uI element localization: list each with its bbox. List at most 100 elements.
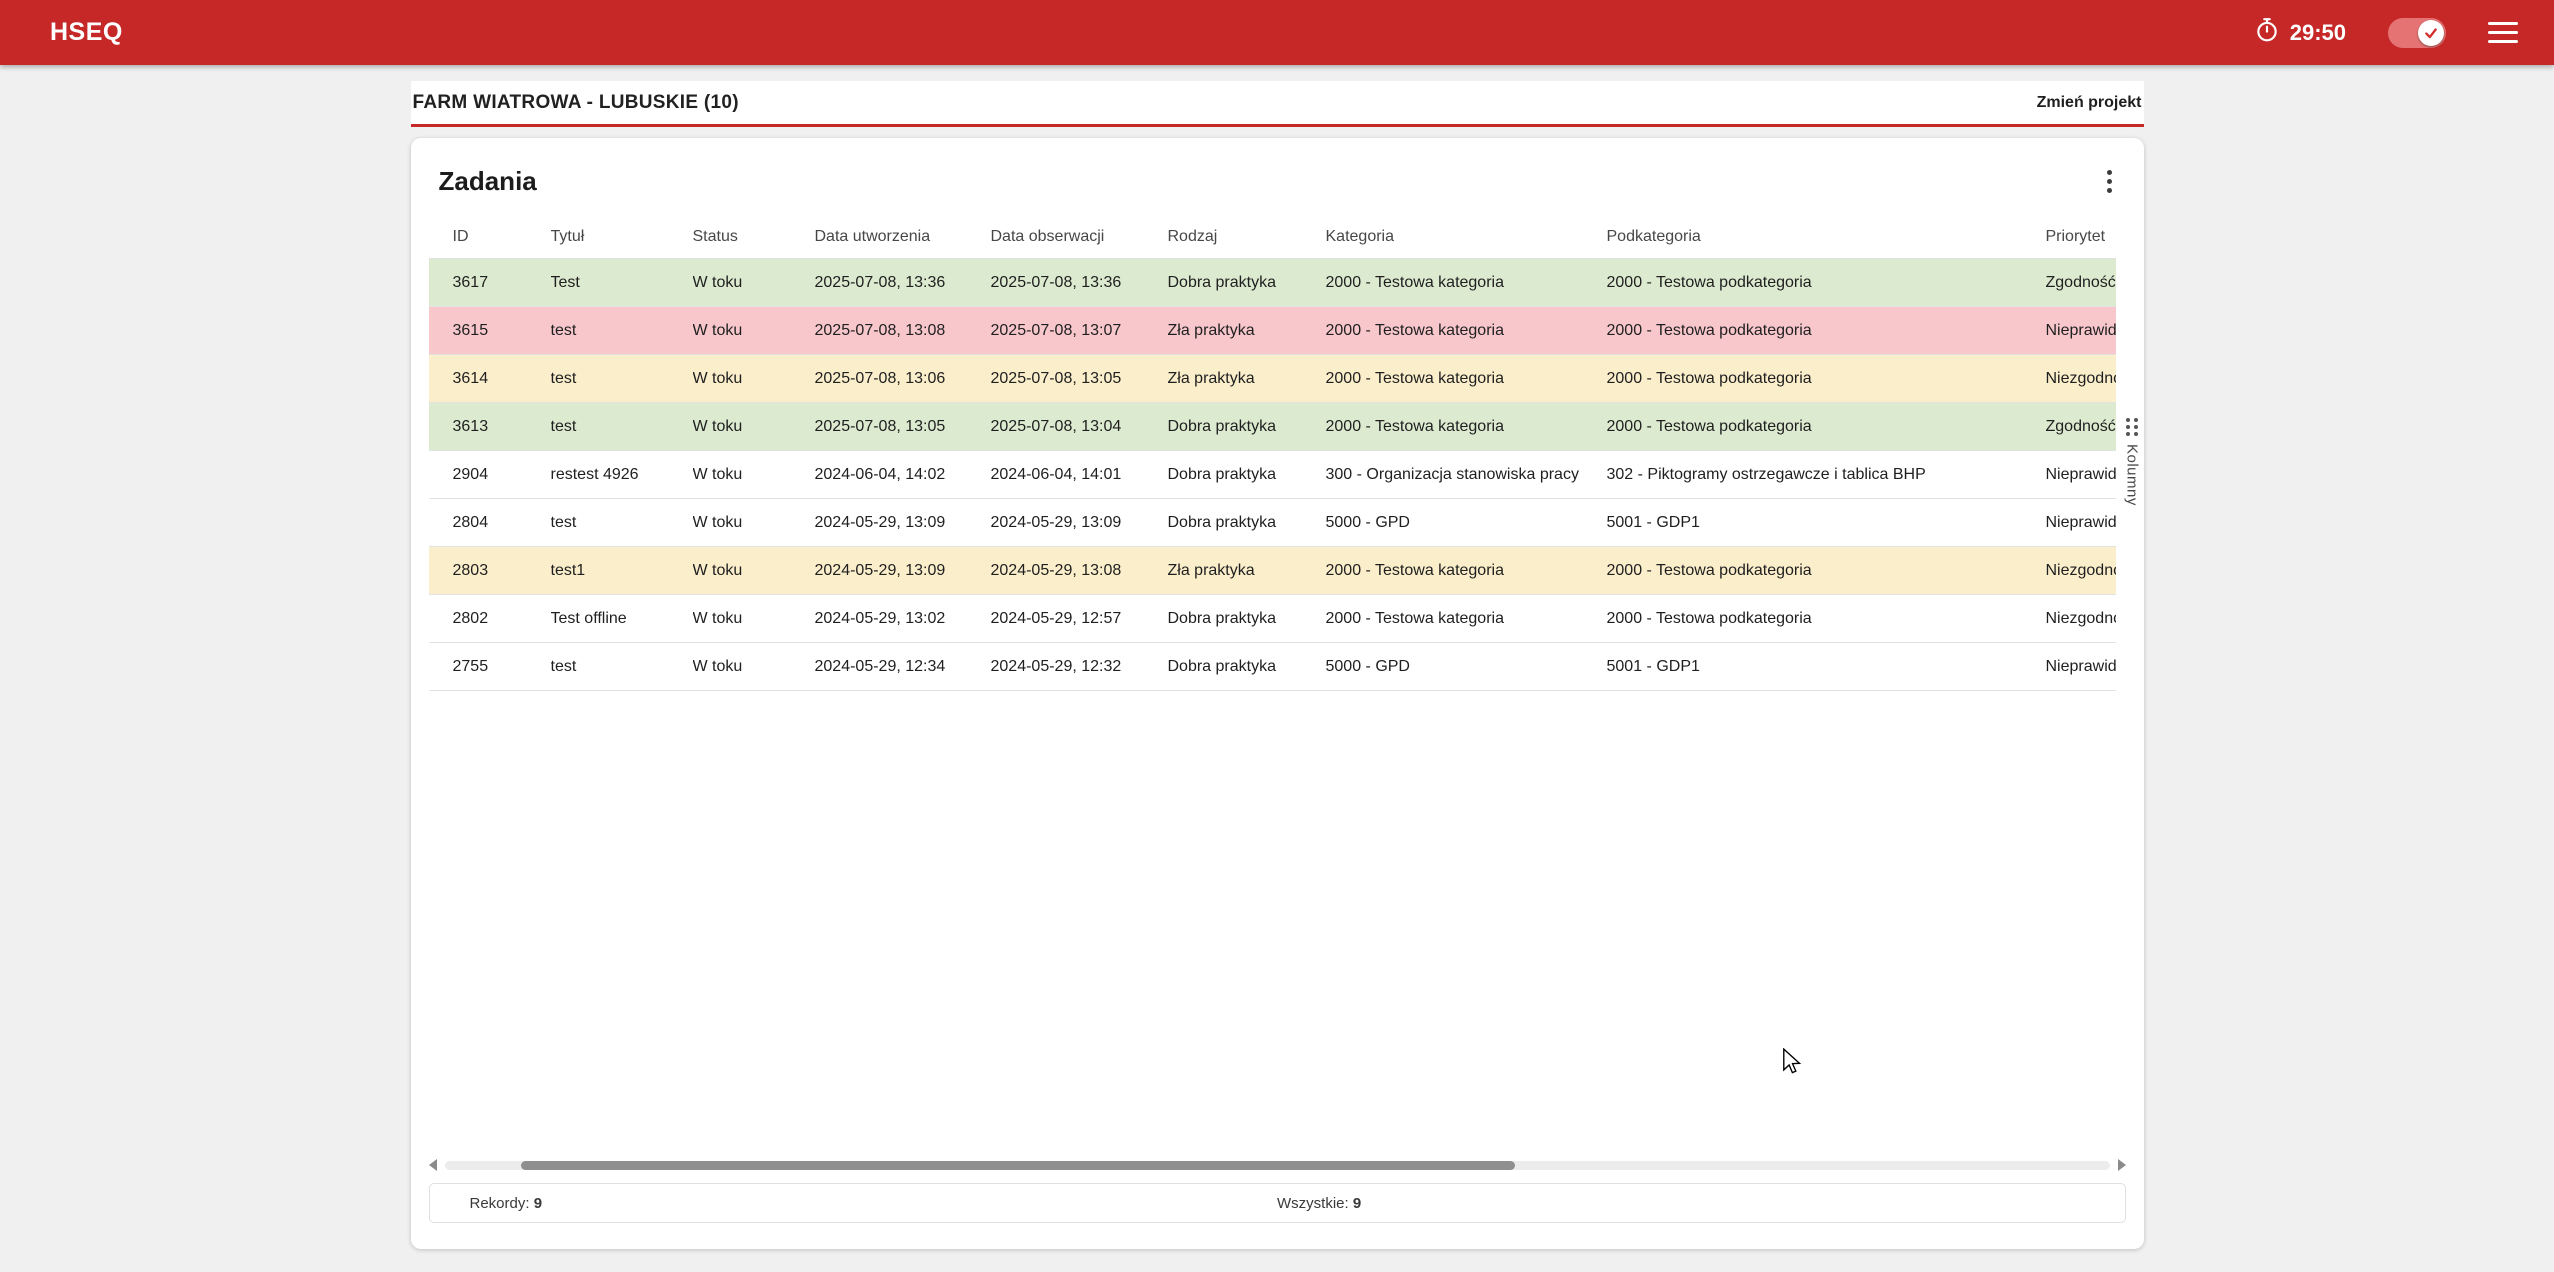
drag-handle-icon — [2126, 418, 2139, 436]
cell-tytul: Test — [551, 274, 693, 292]
cell-obserwacji: 2025-07-08, 13:04 — [991, 418, 1168, 436]
session-timer: 29:50 — [2254, 17, 2346, 49]
cell-id: 2803 — [453, 562, 551, 580]
column-header[interactable]: Rodzaj — [1168, 228, 1326, 246]
table-header-row: IDTytułStatusData utworzeniaData obserwa… — [429, 215, 2116, 259]
table-row[interactable]: 2803test1W toku2024-05-29, 13:092024-05-… — [429, 547, 2116, 595]
cell-podkategoria: 2000 - Testowa podkategoria — [1607, 610, 2046, 628]
cell-status: W toku — [693, 466, 815, 484]
cell-tytul: test — [551, 418, 693, 436]
tasks-card: Zadania IDTytułStatusData utworzeniaData… — [411, 138, 2144, 1249]
all-value: 9 — [1353, 1195, 1361, 1212]
cell-priorytet: Niezgodność — [2046, 562, 2116, 580]
table-row[interactable]: 3614testW toku2025-07-08, 13:062025-07-0… — [429, 355, 2116, 403]
table-row[interactable]: 2755testW toku2024-05-29, 12:342024-05-2… — [429, 643, 2116, 691]
records-value: 9 — [534, 1195, 542, 1212]
all-label: Wszystkie: — [1277, 1195, 1349, 1212]
cell-podkategoria: 2000 - Testowa podkategoria — [1607, 370, 2046, 388]
more-vertical-icon[interactable] — [2101, 164, 2118, 199]
column-header[interactable]: Status — [693, 228, 815, 246]
cell-podkategoria: 2000 - Testowa podkategoria — [1607, 562, 2046, 580]
cell-obserwacji: 2024-05-29, 12:57 — [991, 610, 1168, 628]
cell-id: 2904 — [453, 466, 551, 484]
timer-value: 29:50 — [2290, 20, 2346, 46]
records-label: Rekordy: — [470, 1195, 530, 1212]
mode-toggle[interactable] — [2388, 18, 2446, 48]
cell-tytul: test — [551, 514, 693, 532]
cell-utworzenia: 2024-05-29, 13:02 — [815, 610, 991, 628]
cell-priorytet: Nieprawidłowość — [2046, 322, 2116, 340]
cell-id: 2755 — [453, 658, 551, 676]
cell-obserwacji: 2025-07-08, 13:05 — [991, 370, 1168, 388]
cell-rodzaj: Dobra praktyka — [1168, 514, 1326, 532]
cell-rodzaj: Dobra praktyka — [1168, 274, 1326, 292]
cell-kategoria: 2000 - Testowa kategoria — [1326, 322, 1607, 340]
cell-podkategoria: 2000 - Testowa podkategoria — [1607, 418, 2046, 436]
column-header[interactable]: ID — [453, 228, 551, 246]
cell-status: W toku — [693, 370, 815, 388]
cell-podkategoria: 5001 - GDP1 — [1607, 514, 2046, 532]
cell-priorytet: Niezgodność — [2046, 610, 2116, 628]
project-title: FARM WIATROWA - LUBUSKIE (10) — [413, 92, 739, 114]
cell-rodzaj: Zła praktyka — [1168, 562, 1326, 580]
cell-status: W toku — [693, 418, 815, 436]
column-header[interactable]: Data utworzenia — [815, 228, 991, 246]
columns-button[interactable]: Kolumny — [2124, 418, 2141, 506]
cell-status: W toku — [693, 658, 815, 676]
column-header[interactable]: Kategoria — [1326, 228, 1607, 246]
cell-priorytet: Nieprawidłowość — [2046, 658, 2116, 676]
column-header[interactable]: Priorytet — [2046, 228, 2116, 246]
cell-utworzenia: 2025-07-08, 13:36 — [815, 274, 991, 292]
cell-obserwacji: 2024-05-29, 12:32 — [991, 658, 1168, 676]
all-count: Wszystkie: 9 — [1277, 1195, 1361, 1212]
cell-obserwacji: 2024-05-29, 13:08 — [991, 562, 1168, 580]
stopwatch-icon — [2254, 17, 2280, 49]
cell-tytul: test1 — [551, 562, 693, 580]
cell-id: 2802 — [453, 610, 551, 628]
scroll-left-arrow-icon[interactable] — [429, 1159, 437, 1171]
cell-status: W toku — [693, 610, 815, 628]
column-header[interactable]: Data obserwacji — [991, 228, 1168, 246]
table-row[interactable]: 2804testW toku2024-05-29, 13:092024-05-2… — [429, 499, 2116, 547]
cell-utworzenia: 2024-05-29, 13:09 — [815, 514, 991, 532]
cell-rodzaj: Zła praktyka — [1168, 322, 1326, 340]
column-header[interactable]: Podkategoria — [1607, 228, 2046, 246]
scrollbar-thumb[interactable] — [521, 1161, 1515, 1170]
cell-tytul: restest 4926 — [551, 466, 693, 484]
cell-podkategoria: 2000 - Testowa podkategoria — [1607, 322, 2046, 340]
cell-kategoria: 2000 - Testowa kategoria — [1326, 562, 1607, 580]
page-container: FARM WIATROWA - LUBUSKIE (10) Zmień proj… — [411, 81, 2144, 1249]
cell-id: 3615 — [453, 322, 551, 340]
columns-label: Kolumny — [2124, 444, 2141, 506]
table-row[interactable]: 3613testW toku2025-07-08, 13:052025-07-0… — [429, 403, 2116, 451]
cell-utworzenia: 2025-07-08, 13:05 — [815, 418, 991, 436]
cell-status: W toku — [693, 562, 815, 580]
scroll-right-arrow-icon[interactable] — [2118, 1159, 2126, 1171]
cell-podkategoria: 302 - Piktogramy ostrzegawcze i tablica … — [1607, 466, 2046, 484]
table-row[interactable]: 3615testW toku2025-07-08, 13:082025-07-0… — [429, 307, 2116, 355]
table-row[interactable]: 3617TestW toku2025-07-08, 13:362025-07-0… — [429, 259, 2116, 307]
cell-id: 3613 — [453, 418, 551, 436]
app-bar: HSEQ 29:50 — [0, 0, 2554, 65]
cell-obserwacji: 2025-07-08, 13:36 — [991, 274, 1168, 292]
project-bar: FARM WIATROWA - LUBUSKIE (10) Zmień proj… — [411, 81, 2144, 127]
cell-priorytet: Zgodność — [2046, 418, 2116, 436]
cell-kategoria: 5000 - GPD — [1326, 514, 1607, 532]
change-project-button[interactable]: Zmień projekt — [2037, 94, 2142, 112]
cell-id: 3617 — [453, 274, 551, 292]
cell-rodzaj: Dobra praktyka — [1168, 658, 1326, 676]
cell-kategoria: 2000 - Testowa kategoria — [1326, 274, 1607, 292]
cell-rodzaj: Dobra praktyka — [1168, 466, 1326, 484]
cell-podkategoria: 2000 - Testowa podkategoria — [1607, 274, 2046, 292]
scrollbar-track[interactable] — [445, 1161, 2110, 1170]
cell-kategoria: 300 - Organizacja stanowiska pracy — [1326, 466, 1607, 484]
table-row[interactable]: 2904restest 4926W toku2024-06-04, 14:022… — [429, 451, 2116, 499]
cell-status: W toku — [693, 514, 815, 532]
hamburger-menu-icon[interactable] — [2488, 16, 2518, 49]
table-row[interactable]: 2802Test offlineW toku2024-05-29, 13:022… — [429, 595, 2116, 643]
cell-utworzenia: 2024-05-29, 13:09 — [815, 562, 991, 580]
column-header[interactable]: Tytuł — [551, 228, 693, 246]
cell-utworzenia: 2025-07-08, 13:08 — [815, 322, 991, 340]
toggle-thumb-check-icon — [2418, 20, 2444, 46]
cell-kategoria: 2000 - Testowa kategoria — [1326, 418, 1607, 436]
